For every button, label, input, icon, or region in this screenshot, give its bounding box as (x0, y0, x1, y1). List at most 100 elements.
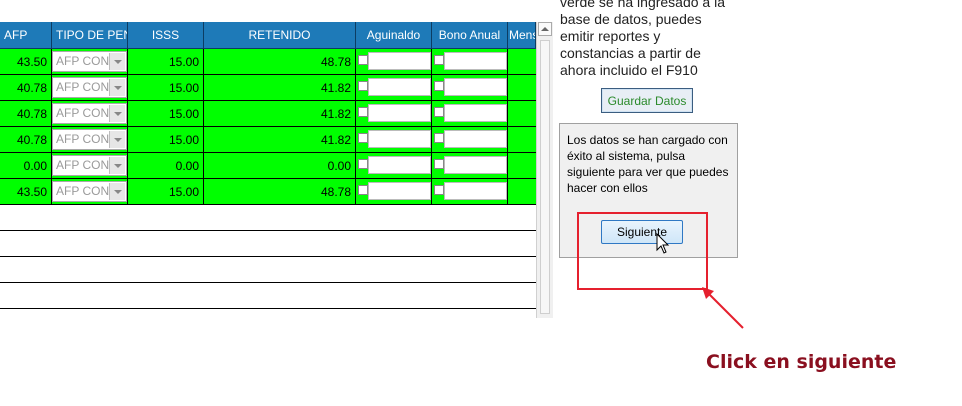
bono-anual-checkbox[interactable] (434, 133, 444, 143)
column-header-tipo-pension[interactable]: TIPO DE PEN (52, 22, 128, 49)
info-line: base de datos, puedes (560, 11, 702, 27)
column-header-label: Bono Anual (438, 28, 501, 42)
aguinaldo-checkbox[interactable] (358, 133, 368, 143)
retenido-cell: 41.82 (204, 127, 356, 152)
bono-anual-checkbox[interactable] (434, 107, 444, 117)
pension-type-dropdown[interactable]: AFP CON (52, 103, 127, 124)
pension-type-dropdown[interactable]: AFP CON (52, 51, 127, 72)
afp-cell: 43.50 (0, 49, 52, 74)
empty-table-row[interactable] (0, 205, 536, 231)
aguinaldo-checkbox[interactable] (358, 185, 368, 195)
isss-cell: 15.00 (128, 49, 204, 74)
aguinaldo-input[interactable] (368, 104, 431, 122)
column-header-label: Aguinaldo (366, 28, 421, 42)
vertical-scrollbar[interactable] (536, 22, 553, 318)
table-row[interactable]: 40.78 AFP CON 15.00 41.82 (0, 75, 536, 101)
info-line: verde se ha ingresado a la (560, 0, 725, 10)
mensual-cell (508, 49, 536, 74)
bono-anual-input[interactable] (444, 182, 507, 200)
empty-table-row[interactable] (0, 231, 536, 257)
pension-type-value: AFP CON (56, 132, 110, 146)
bono-anual-input[interactable] (444, 78, 507, 96)
column-header-aguinaldo[interactable]: Aguinaldo (356, 22, 432, 49)
retenido-cell: 48.78 (204, 179, 356, 204)
pension-type-dropdown[interactable]: AFP CON (52, 129, 127, 150)
pension-type-value: AFP CON (56, 184, 110, 198)
column-header-label: ISSS (151, 28, 180, 42)
column-header-label: RETENIDO (248, 28, 311, 42)
isss-cell: 0.00 (128, 153, 204, 178)
bono-anual-checkbox[interactable] (434, 185, 444, 195)
aguinaldo-checkbox[interactable] (358, 55, 368, 65)
table-row[interactable]: 0.00 AFP CON 0.00 0.00 (0, 153, 536, 179)
retenido-cell: 0.00 (204, 153, 356, 178)
bono-anual-input[interactable] (444, 104, 507, 122)
mensual-cell (508, 179, 536, 204)
chevron-down-icon[interactable] (109, 131, 125, 148)
chevron-down-icon[interactable] (109, 79, 125, 96)
info-text: verde se ha ingresado a la base de datos… (560, 0, 750, 79)
aguinaldo-checkbox[interactable] (358, 107, 368, 117)
save-data-label: Guardar Datos (607, 93, 687, 108)
pension-type-dropdown[interactable]: AFP CON (52, 155, 127, 176)
empty-table-row[interactable] (0, 283, 536, 309)
column-header-label: AFP (4, 28, 28, 42)
save-data-button[interactable]: Guardar Datos (601, 88, 693, 113)
isss-cell: 15.00 (128, 75, 204, 100)
scroll-up-arrow-icon[interactable] (538, 22, 552, 36)
column-header-isss[interactable]: ISSS (128, 22, 204, 49)
afp-cell: 40.78 (0, 101, 52, 126)
mensual-cell (508, 127, 536, 152)
highlight-box (577, 212, 708, 290)
table-row[interactable]: 43.50 AFP CON 15.00 48.78 (0, 49, 536, 75)
bono-anual-checkbox[interactable] (434, 81, 444, 91)
mensual-cell (508, 75, 536, 100)
bono-anual-checkbox[interactable] (434, 55, 444, 65)
pension-type-value: AFP CON (56, 158, 110, 172)
annotation-label: Click en siguiente (706, 351, 897, 373)
retenido-cell: 48.78 (204, 49, 356, 74)
column-header-mensual[interactable]: Mens (508, 22, 536, 49)
chevron-down-icon[interactable] (109, 183, 125, 200)
pension-type-dropdown[interactable]: AFP CON (52, 77, 127, 98)
column-header-bono-anual[interactable]: Bono Anual (432, 22, 508, 49)
bono-anual-input[interactable] (444, 130, 507, 148)
retenido-cell: 41.82 (204, 101, 356, 126)
afp-cell: 0.00 (0, 153, 52, 178)
aguinaldo-checkbox[interactable] (358, 159, 368, 169)
bono-anual-checkbox[interactable] (434, 159, 444, 169)
pension-type-value: AFP CON (56, 106, 110, 120)
pension-type-dropdown[interactable]: AFP CON (52, 181, 127, 202)
table-row[interactable]: 40.78 AFP CON 15.00 41.82 (0, 127, 536, 153)
message-text: Los datos se han cargado con éxito al si… (567, 133, 729, 195)
table-row[interactable]: 43.50 AFP CON 15.00 48.78 (0, 179, 536, 205)
aguinaldo-input[interactable] (368, 78, 431, 96)
retenido-cell: 41.82 (204, 75, 356, 100)
isss-cell: 15.00 (128, 127, 204, 152)
aguinaldo-checkbox[interactable] (358, 81, 368, 91)
annotation-arrow-icon (702, 287, 744, 329)
column-header-label: TIPO DE PEN (56, 28, 128, 42)
info-line: emitir reportes y (560, 28, 661, 44)
bono-anual-input[interactable] (444, 156, 507, 174)
empty-table-row[interactable] (0, 257, 536, 283)
column-header-retenido[interactable]: RETENIDO (204, 22, 356, 49)
aguinaldo-input[interactable] (368, 130, 431, 148)
aguinaldo-input[interactable] (368, 182, 431, 200)
afp-cell: 40.78 (0, 75, 52, 100)
bono-anual-input[interactable] (444, 52, 507, 70)
chevron-down-icon[interactable] (109, 53, 125, 70)
chevron-down-icon[interactable] (109, 105, 125, 122)
chevron-down-icon[interactable] (109, 157, 125, 174)
afp-cell: 40.78 (0, 127, 52, 152)
scrollbar-thumb[interactable] (540, 40, 550, 314)
column-header-afp[interactable]: AFP (0, 22, 52, 49)
table-row[interactable]: 40.78 AFP CON 15.00 41.82 (0, 101, 536, 127)
pension-type-value: AFP CON (56, 54, 110, 68)
mensual-cell (508, 101, 536, 126)
info-line: constancias a partir de (560, 45, 701, 61)
aguinaldo-input[interactable] (368, 52, 431, 70)
column-header-label: Mens (509, 28, 536, 42)
isss-cell: 15.00 (128, 101, 204, 126)
aguinaldo-input[interactable] (368, 156, 431, 174)
